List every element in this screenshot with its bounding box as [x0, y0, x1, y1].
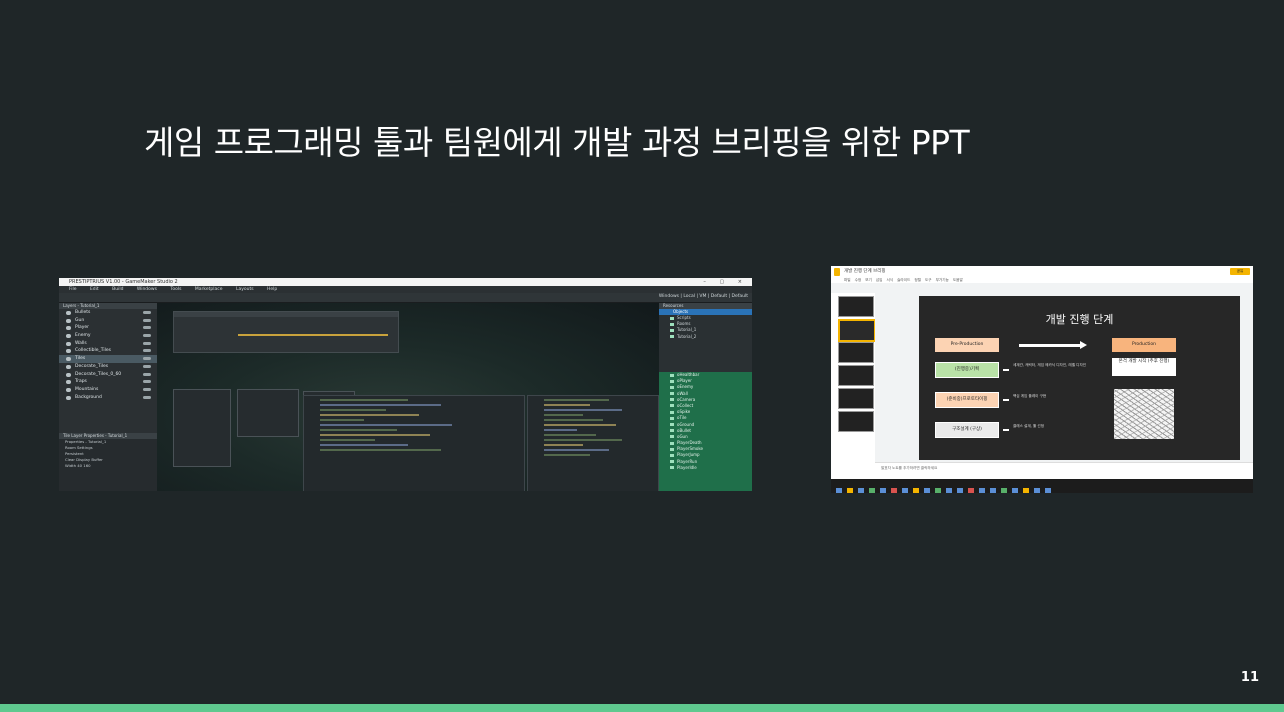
resources-panel: Resources Objects Scripts Rooms Tutorial…	[659, 303, 752, 491]
menu-windows: Windows	[136, 287, 157, 292]
step-planning: (진행중)기획	[935, 362, 999, 378]
slides-titlebar: 개발 진행 단계 브리핑 공유	[831, 266, 1253, 277]
object-item: PlayerIdle	[659, 465, 752, 471]
menu-file: File	[69, 287, 77, 292]
layer-item: Enemy	[59, 332, 157, 340]
layer-item: Background	[59, 394, 157, 402]
menu-marketplace: Marketplace	[194, 287, 223, 292]
slide-title: 게임 프로그래밍 툴과 팀원에게 개발 과정 브리핑을 위한 PPT	[144, 123, 970, 162]
layer-item: Decorate_Tiles_0_60	[59, 371, 157, 379]
page-number: 11	[1240, 670, 1259, 685]
slide-thumbnail	[838, 342, 874, 363]
prop-row: Width 40 160	[65, 463, 91, 468]
layer-item-selected: Tiles	[59, 355, 157, 363]
properties-panel: Tile Layer Properties - Tutorial_1 Prope…	[59, 433, 157, 491]
left-arrow-icon	[1003, 399, 1009, 401]
slide-thumbnails	[831, 293, 876, 463]
menu-edit: Edit	[89, 287, 99, 292]
windows-taskbar	[831, 479, 1253, 493]
objects-list: oHealthbar oPlayer oEnemy oWall oCamera …	[659, 372, 752, 491]
slide-thumbnail-selected	[838, 319, 876, 342]
gm-toolbar: Windows | Local | VM | Default | Default	[59, 293, 752, 310]
workspace-canvas	[157, 303, 659, 491]
layer-item: Walls	[59, 340, 157, 348]
resource-group: Tutorial_2	[659, 334, 752, 340]
production-note-box: 본격 개발 시작 (추후 진행)	[1112, 358, 1176, 376]
menu-tools: Tools	[170, 287, 182, 292]
gm-window-title: PRESTIPTRIUS V1.00 - GameMaker Studio 2	[69, 279, 178, 285]
layer-item: Traps	[59, 378, 157, 386]
current-slide: 개발 진행 단계 Pre-Production Production (진행중)…	[919, 296, 1240, 460]
note-3: 클래스 설계, 툴 선정	[1013, 424, 1045, 428]
slide-thumbnail	[838, 411, 874, 432]
step-prototype: (준비중)프로토타이핑	[935, 392, 999, 408]
slides-logo-icon	[834, 268, 840, 276]
note-2: 핵심 게임 플레이 구현	[1013, 394, 1047, 398]
arrow-icon	[1019, 341, 1087, 349]
layer-item: Player	[59, 324, 157, 332]
code-editor-1	[303, 395, 525, 491]
slides-doc-title: 개발 진행 단계 브리핑	[844, 269, 886, 274]
toolbar-target: Windows | Local | VM | Default | Default	[658, 294, 748, 299]
layer-item: Collectible_Tiles	[59, 347, 157, 355]
sketch-image	[1114, 389, 1174, 439]
slides-screenshot: 개발 진행 단계 브리핑 공유 파일 수정 보기 삽입 서식 슬라이드 정렬 도구 부가기능 도움…	[831, 266, 1253, 493]
note-1: 세계관, 캐릭터, 게임 메카닉 디자인, 레벨 디자인	[1013, 363, 1087, 367]
share-button: 공유	[1230, 268, 1250, 275]
window-controls: – ▢ ×	[703, 279, 748, 285]
code-editor-2	[527, 395, 659, 491]
step-architecture: 구조설계 (구상)	[935, 422, 999, 438]
gamemaker-screenshot: PRESTIPTRIUS V1.00 - GameMaker Studio 2 …	[59, 278, 752, 491]
inner-slide-title: 개발 진행 단계	[1045, 313, 1114, 326]
pre-production-box: Pre-Production	[935, 338, 999, 352]
slide-thumbnail	[838, 365, 874, 386]
left-arrow-icon	[1003, 369, 1009, 371]
production-box: Production	[1112, 338, 1176, 352]
left-arrow-icon	[1003, 429, 1009, 431]
slide-thumbnail	[838, 296, 874, 317]
events-window	[237, 389, 299, 437]
menu-layouts: Layouts	[235, 287, 254, 292]
accent-bar	[0, 704, 1284, 712]
menu-build: Build	[112, 287, 124, 292]
sequence-editor	[173, 311, 399, 353]
gm-titlebar: PRESTIPTRIUS V1.00 - GameMaker Studio 2 …	[59, 278, 752, 286]
layer-item: Mountains	[59, 386, 157, 394]
object-editor-window	[173, 389, 231, 467]
speaker-notes: 발표자 노트를 추가하려면 클릭하세요	[875, 462, 1253, 479]
layer-item: Decorate_Tiles	[59, 363, 157, 371]
layer-item: Bullets	[59, 309, 157, 317]
gm-menubar: File Edit Build Windows Tools Marketplac…	[59, 286, 752, 293]
layer-item: Gun	[59, 317, 157, 325]
slide-thumbnail	[838, 388, 874, 409]
slide-stage: 개발 진행 단계 Pre-Production Production (진행중)…	[875, 293, 1253, 463]
menu-help: Help	[267, 287, 278, 292]
